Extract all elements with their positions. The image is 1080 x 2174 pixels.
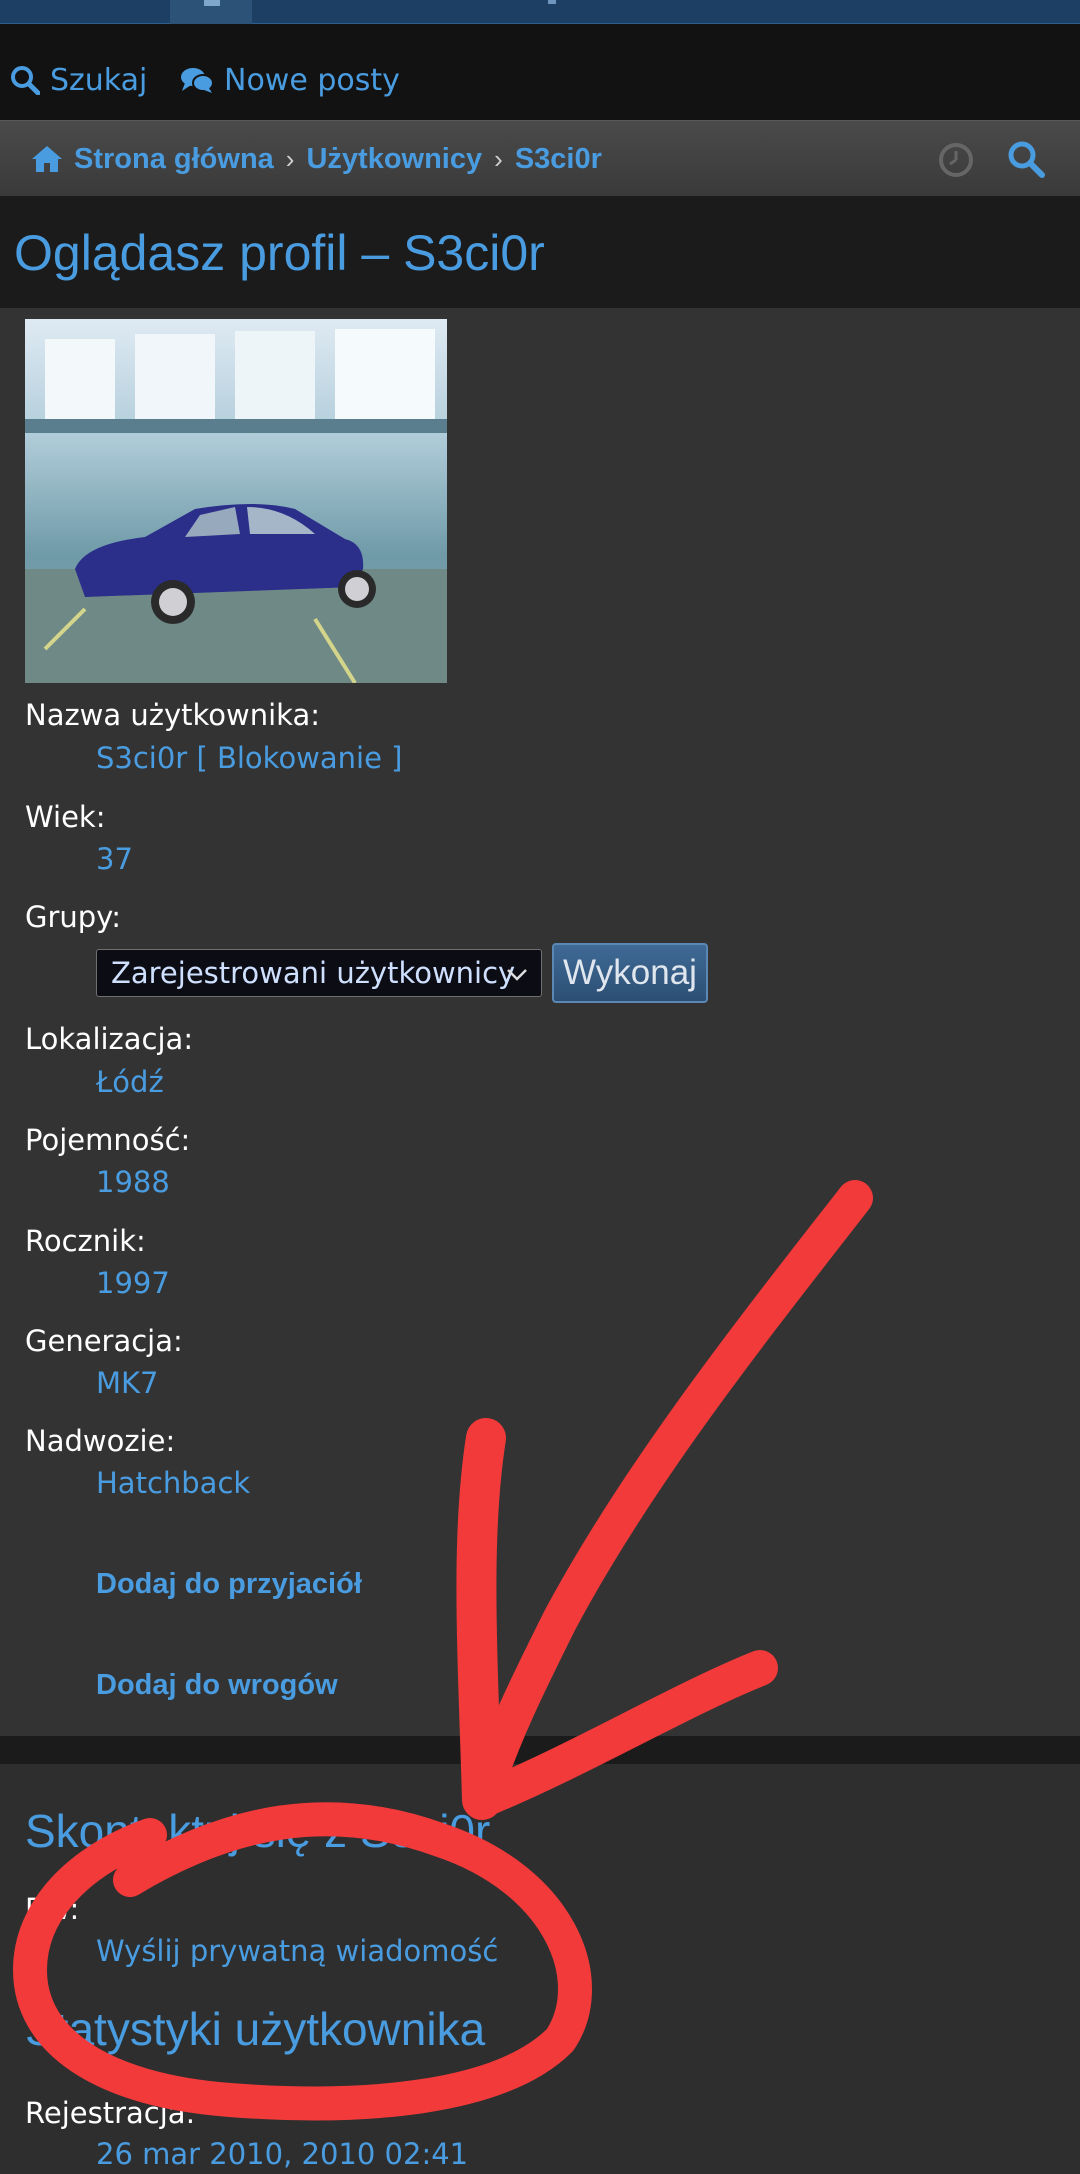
profile-panel: Nazwa użytkownika: S3ci0r [ Blokowanie ]… [0,308,1080,1736]
search-icon [11,66,40,95]
location-value: Łódź [96,1065,164,1099]
body-label: Nadwozie: [25,1424,176,1458]
groups-select-value: Zarejestrowani użytkownicy [111,956,516,990]
groups-label: Grupy: [25,900,122,934]
chevron-down-icon [507,969,527,981]
new-posts-link-label: Nowe posty [224,62,400,98]
search-icon[interactable] [1006,139,1046,179]
generation-label: Generacja: [25,1324,183,1358]
top-strip-icon [548,0,556,4]
comments-icon [181,68,214,93]
execute-button[interactable]: Wykonaj [552,943,708,1003]
new-posts-link[interactable]: Nowe posty [180,62,400,98]
page-title-bar: Oglądasz profil – S3ci0r [0,196,1080,308]
tab-icon [204,0,220,6]
generation-value: MK7 [96,1366,159,1400]
username-label: Nazwa użytkownika: [25,698,321,732]
pm-label: PW: [25,1892,80,1926]
chevron-right-icon: › [285,143,295,174]
quick-nav-bar: Szukaj Nowe posty [0,24,1080,120]
top-navbar-strip [0,0,1080,24]
clock-icon[interactable] [937,141,975,179]
capacity-label: Pojemność: [25,1123,191,1157]
chevron-right-icon: › [494,143,503,174]
age-value: 37 [96,842,133,876]
stats-title: Statystyki użytkownika [25,2003,486,2055]
year-label: Rocznik: [25,1224,146,1258]
groups-select[interactable]: Zarejestrowani użytkownicy [96,949,542,997]
capacity-value: 1988 [96,1165,170,1199]
breadcrumb: Strona główna › Użytkownicy › S3ci0r [30,137,602,181]
location-label: Lokalizacja: [25,1022,194,1056]
active-top-tab[interactable] [170,0,252,24]
breadcrumb-users[interactable]: Użytkownicy [306,143,482,176]
registered-value: 26 mar 2010, 2010 02:41 [96,2137,469,2171]
search-link[interactable]: Szukaj [10,62,147,98]
contact-panel: Skontaktuj się z S3ci0r PW: Wyślij prywa… [0,1764,1080,2174]
car-photo [25,319,447,683]
breadcrumb-bar: Strona główna › Użytkownicy › S3ci0r [0,120,1080,196]
home-icon[interactable] [30,144,64,174]
section-divider [0,1736,1080,1764]
send-pm-link[interactable]: Wyślij prywatną wiadomość [96,1934,498,1968]
search-link-label: Szukaj [50,62,148,98]
username-value[interactable]: S3ci0r [ Blokowanie ] [96,741,402,775]
breadcrumb-home[interactable]: Strona główna [74,143,274,176]
age-label: Wiek: [25,800,106,834]
add-friend-link[interactable]: Dodaj do przyjaciół [96,1568,362,1601]
breadcrumb-current[interactable]: S3ci0r [515,143,602,176]
page-title: Oglądasz profil – S3ci0r [14,225,545,281]
body-value: Hatchback [96,1466,251,1500]
add-foe-link[interactable]: Dodaj do wrogów [96,1669,338,1702]
year-value: 1997 [96,1266,170,1300]
contact-title: Skontaktuj się z S3ci0r [25,1805,491,1857]
registered-label: Rejestracja: [25,2096,196,2130]
avatar [25,319,447,683]
